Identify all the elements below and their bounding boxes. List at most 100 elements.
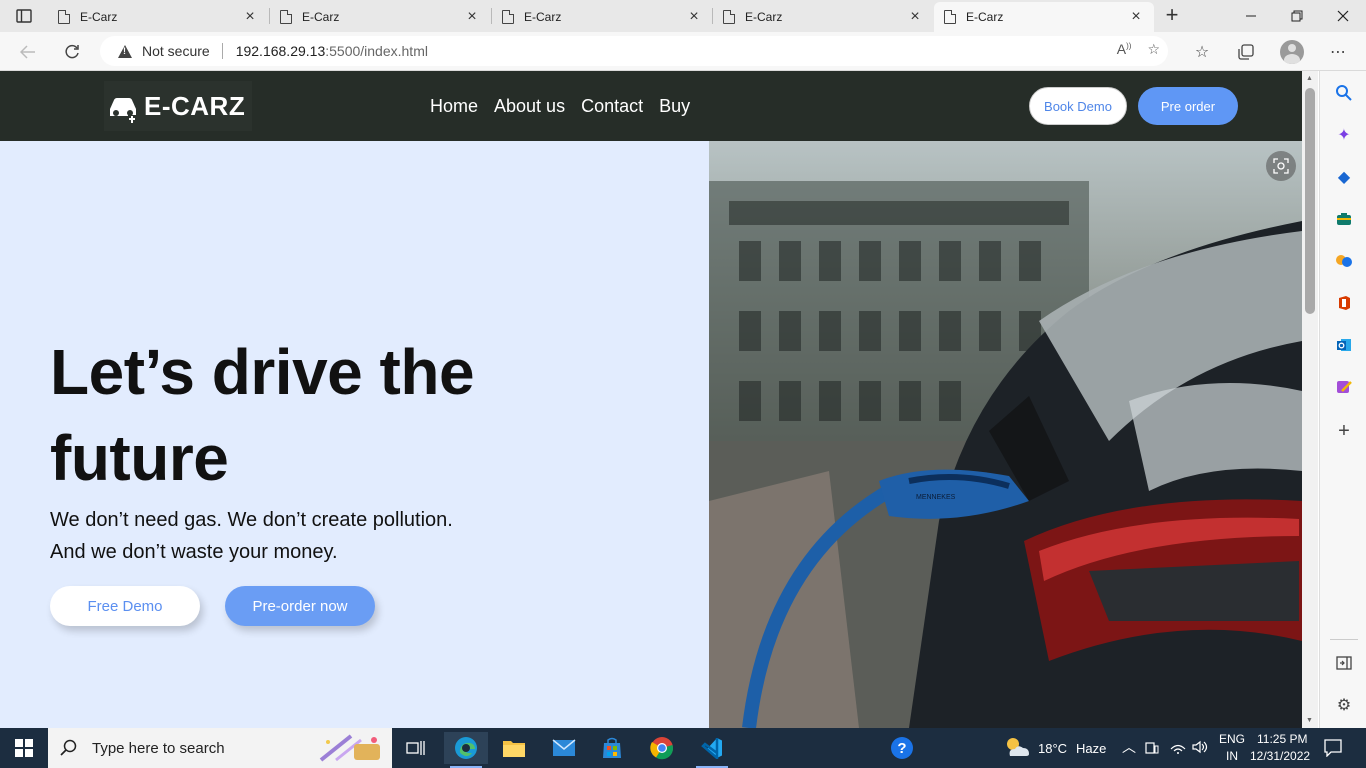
mail-icon[interactable] (542, 732, 586, 764)
back-icon[interactable] (15, 39, 41, 65)
tab-title: E-Carz (80, 10, 118, 24)
new-tab-icon[interactable]: + (1160, 4, 1184, 28)
tools-icon[interactable] (1334, 209, 1354, 229)
language-indicator[interactable]: ENG (1219, 732, 1245, 746)
browser-tab-active[interactable]: E-Carz × (934, 2, 1154, 32)
free-demo-button[interactable]: Free Demo (50, 586, 200, 626)
close-tab-icon[interactable]: × (242, 8, 258, 26)
show-hidden-icons-icon[interactable]: ︿ (1122, 737, 1136, 757)
car-plug-icon (110, 98, 136, 123)
refresh-icon[interactable] (59, 39, 85, 65)
search-icon[interactable] (1334, 83, 1354, 103)
tab-title: E-Carz (745, 10, 783, 24)
address-bar[interactable]: Not secure 192.168.29.13:5500/index.html… (100, 36, 1168, 66)
omnibox-divider (221, 43, 223, 59)
favorites-icon[interactable]: ☆ (1190, 40, 1214, 64)
profile-avatar[interactable] (1280, 40, 1304, 64)
omnibox-actions: A)) ☆ (1117, 41, 1160, 58)
windows-taskbar: Type here to search ? 18°C Haze ︿ ENG IN… (0, 728, 1366, 768)
edge-sidebar: ✦ ◆ + ⚙ (1319, 71, 1366, 728)
weather-haze-icon[interactable] (1004, 736, 1032, 760)
hero-subtitle: We don’t need gas. We don’t create pollu… (50, 509, 453, 563)
page-icon (58, 10, 70, 24)
close-tab-icon[interactable]: × (686, 8, 702, 26)
visual-search-icon[interactable] (1266, 151, 1296, 181)
shopping-tag-icon[interactable]: ◆ (1334, 167, 1354, 187)
office-icon[interactable] (1334, 293, 1354, 313)
preorder-now-button[interactable]: Pre-order now (225, 586, 375, 626)
notifications-icon[interactable] (1324, 739, 1342, 760)
store-icon[interactable] (590, 732, 634, 764)
book-demo-button[interactable]: Book Demo (1029, 87, 1127, 125)
wifi-icon[interactable] (1170, 740, 1186, 757)
scroll-up-icon[interactable]: ▲ (1306, 75, 1313, 82)
page-scrollbar[interactable]: ▲ ▼ (1302, 71, 1318, 728)
network-device-icon[interactable] (1145, 740, 1159, 757)
task-view-icon[interactable] (394, 732, 438, 764)
clock-time[interactable]: 11:25 PM (1257, 732, 1307, 746)
volume-icon[interactable] (1192, 740, 1208, 757)
nav-contact[interactable]: Contact (581, 96, 643, 117)
pre-order-button[interactable]: Pre order (1138, 87, 1238, 125)
url-host: 192.168.29.13 (235, 43, 326, 59)
warning-icon[interactable] (118, 44, 132, 58)
main-nav: Home About us Contact Buy (430, 96, 690, 117)
browser-tab[interactable]: E-Carz × (270, 2, 490, 32)
tab-title: E-Carz (524, 10, 562, 24)
tab-strip: E-Carz × E-Carz × E-Carz × E-Carz × E-Ca… (0, 0, 1366, 32)
add-sidebar-app-icon[interactable]: + (1334, 420, 1354, 442)
minimize-icon[interactable] (1228, 0, 1274, 32)
security-label[interactable]: Not secure (142, 43, 210, 59)
read-aloud-icon[interactable]: A)) (1117, 41, 1132, 58)
browser-tab[interactable]: E-Carz × (492, 2, 712, 32)
sidebar-settings-icon[interactable]: ⚙ (1334, 695, 1354, 715)
region-indicator[interactable]: IN (1226, 749, 1238, 763)
vscode-icon[interactable] (690, 732, 734, 768)
restore-icon[interactable] (1274, 0, 1320, 32)
start-button[interactable] (0, 728, 48, 768)
chrome-icon[interactable] (640, 732, 684, 764)
url-text[interactable]: 192.168.29.13:5500/index.html (236, 43, 428, 59)
nav-home[interactable]: Home (430, 96, 478, 117)
file-explorer-icon[interactable] (492, 732, 536, 764)
search-icon (60, 739, 77, 756)
edge-taskbar-icon[interactable] (444, 732, 488, 768)
site-logo[interactable]: E-CARZ (104, 81, 252, 131)
nav-buy[interactable]: Buy (659, 96, 690, 117)
hide-sidebar-icon[interactable] (1334, 653, 1354, 673)
taskbar-search[interactable]: Type here to search (48, 728, 392, 768)
page-icon (723, 10, 735, 24)
browser-toolbar: Not secure 192.168.29.13:5500/index.html… (0, 32, 1366, 71)
ev-charging-illustration: MENNEKES (709, 181, 1302, 728)
url-path: :5500/index.html (325, 43, 428, 59)
nav-about-us[interactable]: About us (494, 96, 565, 117)
page-icon (280, 10, 292, 24)
close-window-icon[interactable] (1320, 0, 1366, 32)
weather-desc[interactable]: Haze (1076, 741, 1106, 756)
browser-tab[interactable]: E-Carz × (48, 2, 268, 32)
close-tab-icon[interactable]: × (1128, 8, 1144, 26)
games-icon[interactable] (1334, 251, 1354, 271)
svg-text:?: ? (897, 740, 906, 757)
tab-title: E-Carz (302, 10, 340, 24)
tab-title: E-Carz (966, 10, 1004, 24)
designer-icon[interactable] (1334, 377, 1354, 397)
close-tab-icon[interactable]: × (464, 8, 480, 26)
browser-tab[interactable]: E-Carz × (713, 2, 933, 32)
more-menu-icon[interactable]: ⋯ (1326, 40, 1350, 64)
clock-date[interactable]: 12/31/2022 (1250, 749, 1310, 763)
tab-actions-icon[interactable] (8, 5, 40, 27)
add-favorite-icon[interactable]: ☆ (1147, 41, 1160, 58)
scrollbar-thumb[interactable] (1305, 88, 1315, 314)
logo-text: E-CARZ (144, 90, 246, 121)
search-placeholder: Type here to search (92, 739, 225, 757)
scroll-down-icon[interactable]: ▼ (1306, 717, 1313, 724)
weather-temp[interactable]: 18°C (1038, 741, 1067, 756)
help-icon[interactable]: ? (880, 732, 924, 764)
close-tab-icon[interactable]: × (907, 8, 923, 26)
outlook-icon[interactable] (1334, 335, 1354, 355)
copilot-sparkle-icon[interactable]: ✦ (1334, 125, 1354, 145)
hero-image-ev-charging: MENNEKES (709, 141, 1302, 728)
collections-icon[interactable] (1234, 40, 1258, 64)
windows-logo-icon (15, 739, 33, 757)
